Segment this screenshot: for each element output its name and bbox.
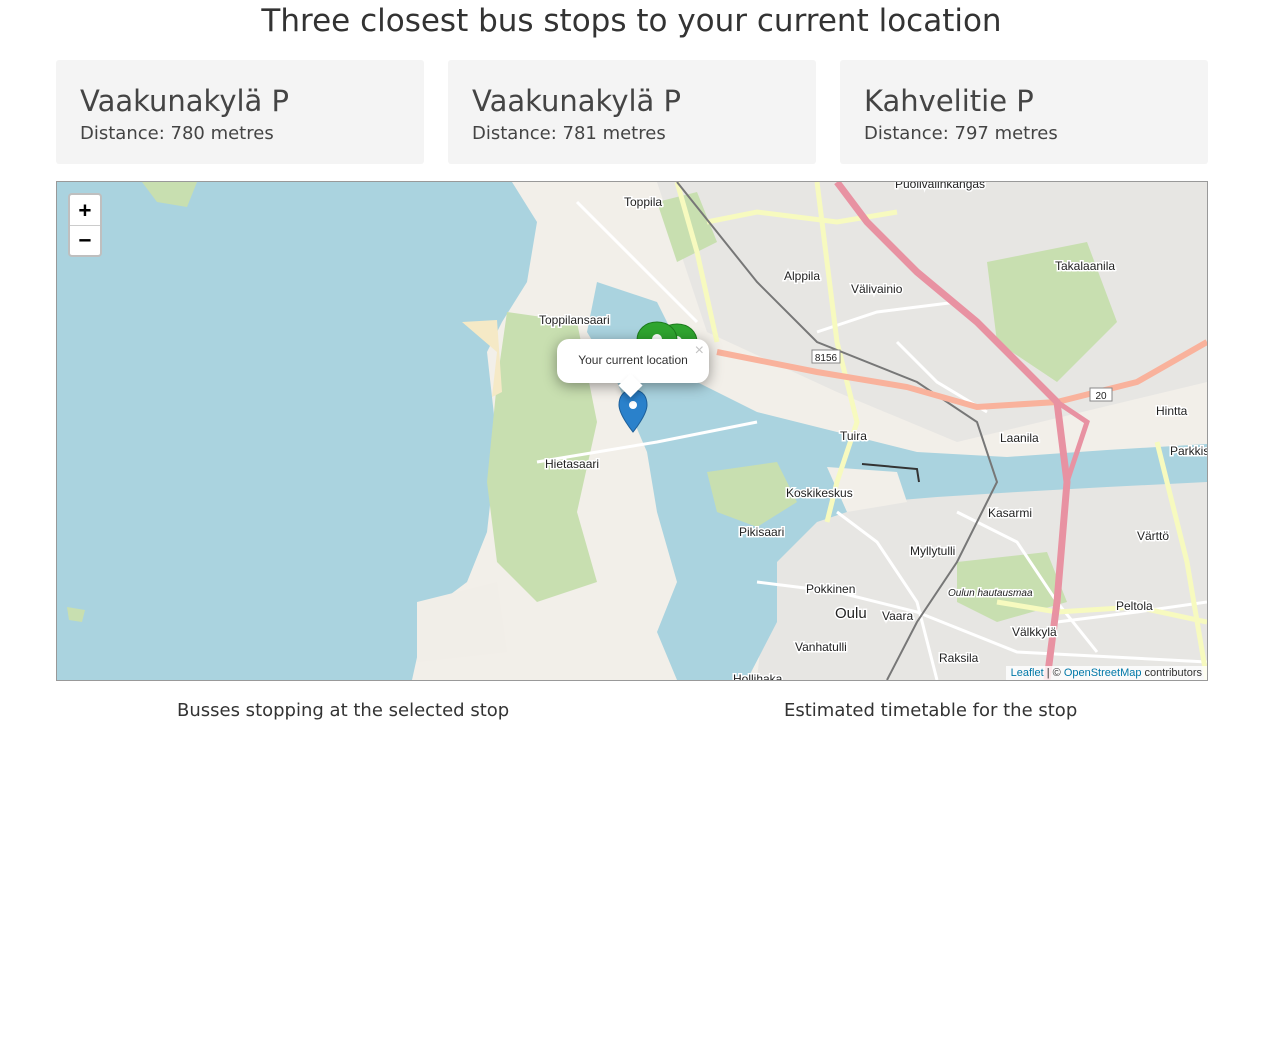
place-label: Välkkylä — [1012, 625, 1057, 639]
place-label: Välivainio — [851, 282, 903, 296]
page-title: Three closest bus stops to your current … — [261, 3, 1002, 39]
place-label: Puolivälinkangas — [895, 182, 985, 191]
place-label: Hietasaari — [545, 457, 599, 471]
place-label: Takalaanila — [1055, 259, 1115, 273]
location-popup: Your current location × — [557, 339, 709, 398]
place-label: Toppilansaari — [539, 313, 610, 327]
stop-name: Kahvelitie P — [864, 84, 1034, 118]
place-label: Hintta — [1156, 404, 1188, 418]
place-label: Parkkis — [1170, 444, 1207, 458]
leaflet-link[interactable]: Leaflet — [1011, 667, 1044, 679]
island — [142, 182, 197, 207]
stop-distance: Distance: 781 metres — [472, 123, 666, 144]
map-tiles[interactable]: 8156 20 Puolivälinkangas Toppila Takalaa… — [57, 182, 1207, 680]
map-attribution: Leaflet | © OpenStreetMap contributors — [1005, 666, 1207, 680]
place-label: Vaara — [882, 609, 913, 623]
place-label: Pokkinen — [806, 582, 855, 596]
place-label: Hollihaka — [733, 672, 783, 680]
place-label: Kasarmi — [988, 506, 1032, 520]
stop-card-2[interactable]: Vaakunakylä P Distance: 781 metres — [448, 60, 816, 164]
attribution-separator: | © — [1043, 667, 1064, 679]
timetable-section-label: Estimated timetable for the stop — [784, 700, 1078, 721]
road-number-8156: 8156 — [811, 349, 841, 364]
stop-card-3[interactable]: Kahvelitie P Distance: 797 metres — [840, 60, 1208, 164]
island — [67, 607, 85, 622]
place-label: Tuira — [840, 429, 867, 443]
map[interactable]: 8156 20 Puolivälinkangas Toppila Takalaa… — [56, 181, 1208, 681]
popup-close-button[interactable]: × — [695, 342, 704, 360]
stop-card-1[interactable]: Vaakunakylä P Distance: 780 metres — [56, 60, 424, 164]
place-label: Laanila — [1000, 431, 1039, 445]
place-label: Vanhatulli — [795, 640, 847, 654]
zoom-out-button[interactable]: − — [70, 225, 100, 255]
stop-name: Vaakunakylä P — [472, 84, 682, 118]
zoom-in-button[interactable]: + — [70, 195, 100, 225]
place-label: Toppila — [624, 195, 662, 209]
openstreetmap-link[interactable]: OpenStreetMap — [1064, 667, 1142, 679]
place-label: Oulu — [835, 605, 867, 622]
attribution-suffix: contributors — [1141, 667, 1202, 679]
place-label: Peltola — [1116, 599, 1153, 613]
place-label: Alppila — [784, 269, 820, 283]
land-area — [417, 582, 507, 662]
svg-text:8156: 8156 — [815, 353, 838, 364]
road-number-20: 20 — [1089, 387, 1113, 402]
stop-name: Vaakunakylä P — [80, 84, 290, 118]
zoom-control: + − — [68, 193, 102, 257]
svg-text:20: 20 — [1095, 391, 1107, 402]
stop-distance: Distance: 797 metres — [864, 123, 1058, 144]
place-label: Pikisaari — [739, 525, 784, 539]
place-label: Oulun hautausmaa — [948, 588, 1033, 599]
popup-text: Your current location — [578, 353, 688, 367]
place-label: Myllytulli — [910, 544, 955, 558]
place-label: Värttö — [1137, 529, 1169, 543]
busses-section-label: Busses stopping at the selected stop — [177, 700, 510, 721]
place-label: Raksila — [939, 651, 979, 665]
place-label: Koskikeskus — [786, 486, 853, 500]
stop-distance: Distance: 780 metres — [80, 123, 274, 144]
